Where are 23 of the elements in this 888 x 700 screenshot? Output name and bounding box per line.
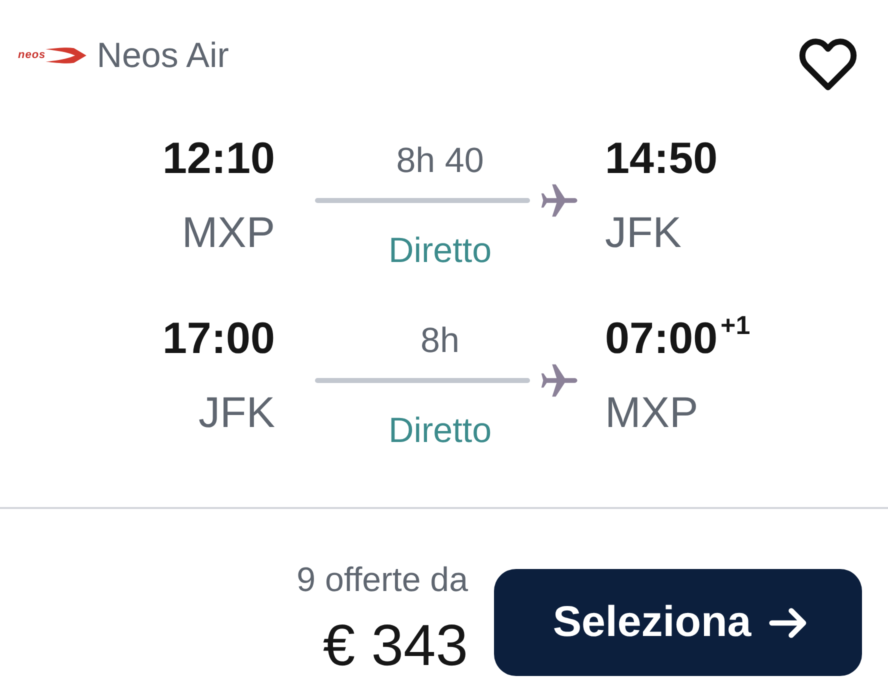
- arrival-airport: JFK: [605, 212, 682, 255]
- airplane-icon: [541, 182, 578, 219]
- departure-time: 12:10: [162, 137, 275, 181]
- departure-airport: MXP: [182, 212, 275, 255]
- stops-label: Diretto: [388, 413, 492, 448]
- heart-icon[interactable]: [799, 37, 857, 91]
- offers-count: 9 offerte da: [296, 563, 468, 597]
- day-offset: +1: [720, 312, 750, 338]
- airline-name: Neos Air: [96, 38, 229, 73]
- arrival-time: 07:00: [605, 317, 718, 361]
- arrow-right-icon: [769, 606, 808, 638]
- flight-duration: 8h 40: [396, 143, 484, 178]
- departure-airport: JFK: [198, 392, 275, 435]
- airline-logo-text: neos: [18, 50, 46, 61]
- stops-label: Diretto: [388, 233, 492, 268]
- arrival-time: 14:50: [605, 137, 718, 181]
- swoosh-logo-icon: [44, 47, 87, 64]
- select-button[interactable]: Seleziona: [494, 569, 862, 676]
- airplane-icon: [541, 362, 578, 399]
- departure-time: 17:00: [162, 317, 275, 361]
- flight-duration: 8h: [420, 323, 460, 358]
- arrival-airport: MXP: [605, 392, 698, 435]
- price-amount: € 343: [322, 617, 468, 675]
